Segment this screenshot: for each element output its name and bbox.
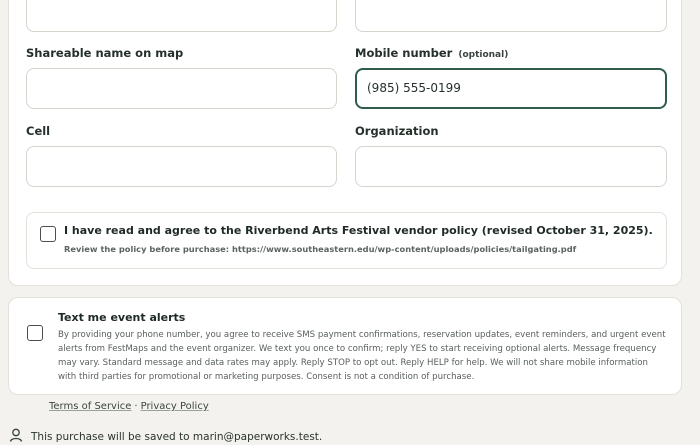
mobile-number-input[interactable]: (985) 555-0199 (355, 68, 667, 109)
top-left-input[interactable] (26, 0, 337, 32)
saved-account-notice: This purchase will be saved to marin@pap… (8, 428, 322, 443)
link-separator: · (134, 401, 138, 412)
legal-links: Terms of Service · Privacy Policy (49, 401, 209, 412)
cell-label: Cell (26, 124, 51, 138)
cell-input[interactable] (26, 146, 337, 187)
top-right-input[interactable] (355, 0, 667, 32)
policy-agree-text: I have read and agree to the Riverbend A… (64, 224, 653, 237)
privacy-policy-link[interactable]: Privacy Policy (141, 401, 209, 412)
optional-tag: (optional) (458, 50, 509, 60)
terms-of-service-link[interactable]: Terms of Service (49, 401, 131, 412)
mobile-number-label-text: Mobile number (355, 46, 453, 60)
text-alerts-card: Text me event alerts By providing your p… (8, 297, 682, 395)
policy-review-link[interactable]: Review the policy before purchase: https… (64, 244, 576, 254)
alerts-consent-text: By providing your phone number, you agre… (58, 330, 666, 382)
alerts-checkbox[interactable] (27, 325, 43, 341)
policy-agreement-box: I have read and agree to the Riverbend A… (26, 212, 667, 269)
shareable-name-label: Shareable name on map (26, 46, 184, 60)
policy-checkbox[interactable] (40, 226, 56, 242)
shareable-name-input[interactable] (26, 68, 337, 109)
organization-input[interactable] (355, 146, 667, 187)
contact-form-card: Shareable name on map Mobile number (opt… (8, 0, 682, 286)
alerts-title: Text me event alerts (58, 311, 186, 324)
saved-account-text: This purchase will be saved to marin@pap… (31, 431, 323, 443)
mobile-number-label: Mobile number (optional) (355, 46, 508, 60)
organization-label: Organization (355, 124, 439, 138)
